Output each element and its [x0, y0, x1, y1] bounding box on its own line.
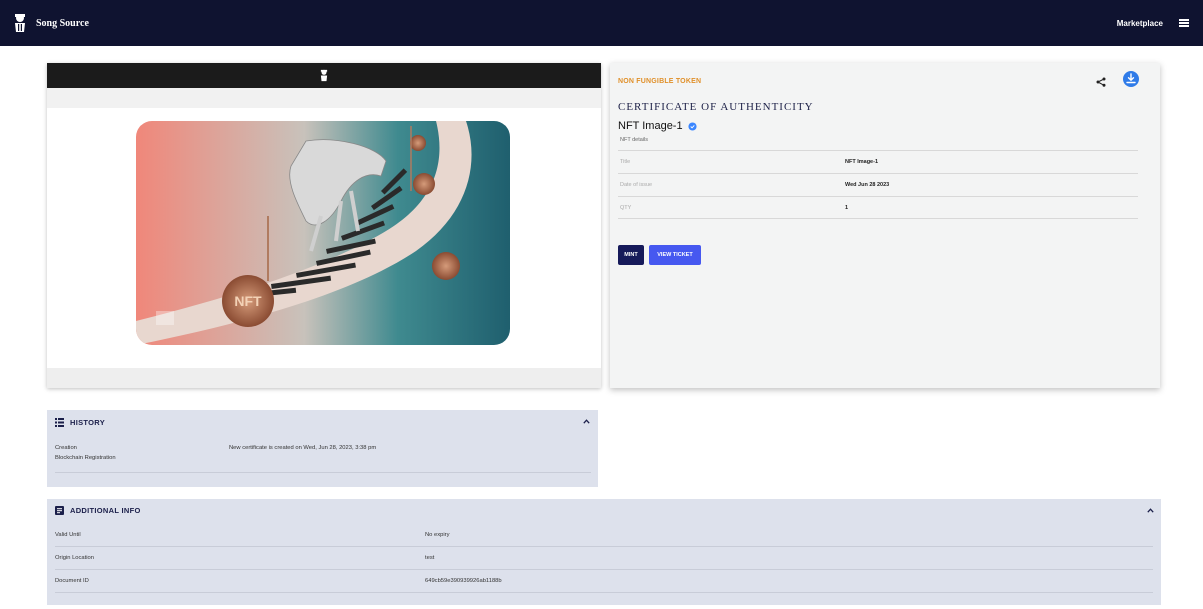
detail-key: Date of issue [620, 182, 653, 188]
detail-row-qty: QTY 1 [618, 196, 1138, 219]
info-key: Document ID [55, 578, 89, 584]
history-header[interactable]: HISTORY [47, 410, 598, 434]
image-card-subheader [47, 88, 601, 108]
nft-name: NFT Image-1 [618, 120, 683, 132]
nft-image-card: NFT [47, 63, 601, 388]
detail-value: Wed Jun 28 2023 [845, 182, 890, 188]
history-panel: HISTORY Creation New certificate is crea… [47, 410, 598, 487]
additional-info-header[interactable]: ADDITIONAL INFO [47, 499, 1161, 522]
brand[interactable]: Song Source [12, 13, 89, 33]
share-icon[interactable] [1096, 77, 1106, 87]
detail-value: NFT Image-1 [845, 159, 879, 165]
additional-info-table: Valid Until No expiry Origin Location te… [55, 524, 1153, 593]
song-source-logo-icon [15, 14, 25, 32]
view-ticket-button[interactable]: VIEW TICKET [649, 245, 701, 265]
chevron-up-icon[interactable] [1147, 508, 1154, 513]
verified-icon [688, 121, 697, 131]
history-title: HISTORY [70, 417, 106, 427]
info-row-origin-location: Origin Location test [55, 547, 1153, 570]
additional-info-title: ADDITIONAL INFO [70, 506, 141, 515]
history-list-icon [55, 417, 64, 427]
mint-button[interactable]: MINT [618, 245, 644, 265]
image-card-footer [47, 368, 601, 388]
history-row: Blockchain Registration [55, 453, 591, 463]
detail-key: QTY [620, 204, 632, 211]
image-card-header [47, 63, 601, 88]
hamburger-menu-icon[interactable] [1179, 19, 1189, 27]
document-icon [55, 506, 64, 515]
additional-info-panel: ADDITIONAL INFO Valid Until No expiry Or… [47, 499, 1161, 605]
certificate-title: CERTIFICATE OF AUTHENTICITY [618, 101, 814, 113]
divider [55, 472, 591, 473]
chevron-up-icon[interactable] [583, 419, 590, 424]
nft-overline: NON FUNGIBLE TOKEN [618, 78, 702, 85]
coin-label: NFT [234, 293, 262, 309]
download-badge-icon[interactable] [1122, 70, 1140, 88]
detail-key: Title [620, 159, 631, 165]
nft-details-table: Title NFT Image-1 Date of issue Wed Jun … [618, 150, 1138, 219]
marketplace-link[interactable]: Marketplace [1117, 19, 1163, 28]
history-value: New certificate is created on Wed, Jun 2… [229, 445, 377, 451]
info-value: test [425, 555, 435, 561]
detail-row-title: Title NFT Image-1 [618, 150, 1138, 173]
song-source-logo-icon [320, 69, 328, 82]
history-key: Blockchain Registration [55, 455, 116, 461]
info-row-valid-until: Valid Until No expiry [55, 524, 1153, 547]
nft-artwork-image: NFT [136, 121, 510, 345]
info-key: Valid Until [55, 532, 81, 538]
detail-row-date-of-issue: Date of issue Wed Jun 28 2023 [618, 173, 1138, 196]
top-navigation-bar: Song Source Marketplace [0, 0, 1203, 46]
history-row: Creation New certificate is created on W… [55, 443, 591, 453]
info-value: No expiry [425, 532, 450, 538]
history-key: Creation [55, 445, 77, 451]
detail-value: 1 [845, 204, 849, 211]
certificate-card: NON FUNGIBLE TOKEN CERTIFICATE OF AUTHEN… [610, 63, 1160, 388]
info-value: 649cb59e390939926ab1188b [425, 578, 502, 584]
info-row-document-id: Document ID 649cb59e390939926ab1188b [55, 570, 1153, 593]
nft-name-row: NFT Image-1 [618, 120, 697, 132]
nft-details-label: NFT details [620, 137, 649, 143]
info-key: Origin Location [55, 555, 94, 561]
brand-name: Song Source [36, 17, 89, 29]
